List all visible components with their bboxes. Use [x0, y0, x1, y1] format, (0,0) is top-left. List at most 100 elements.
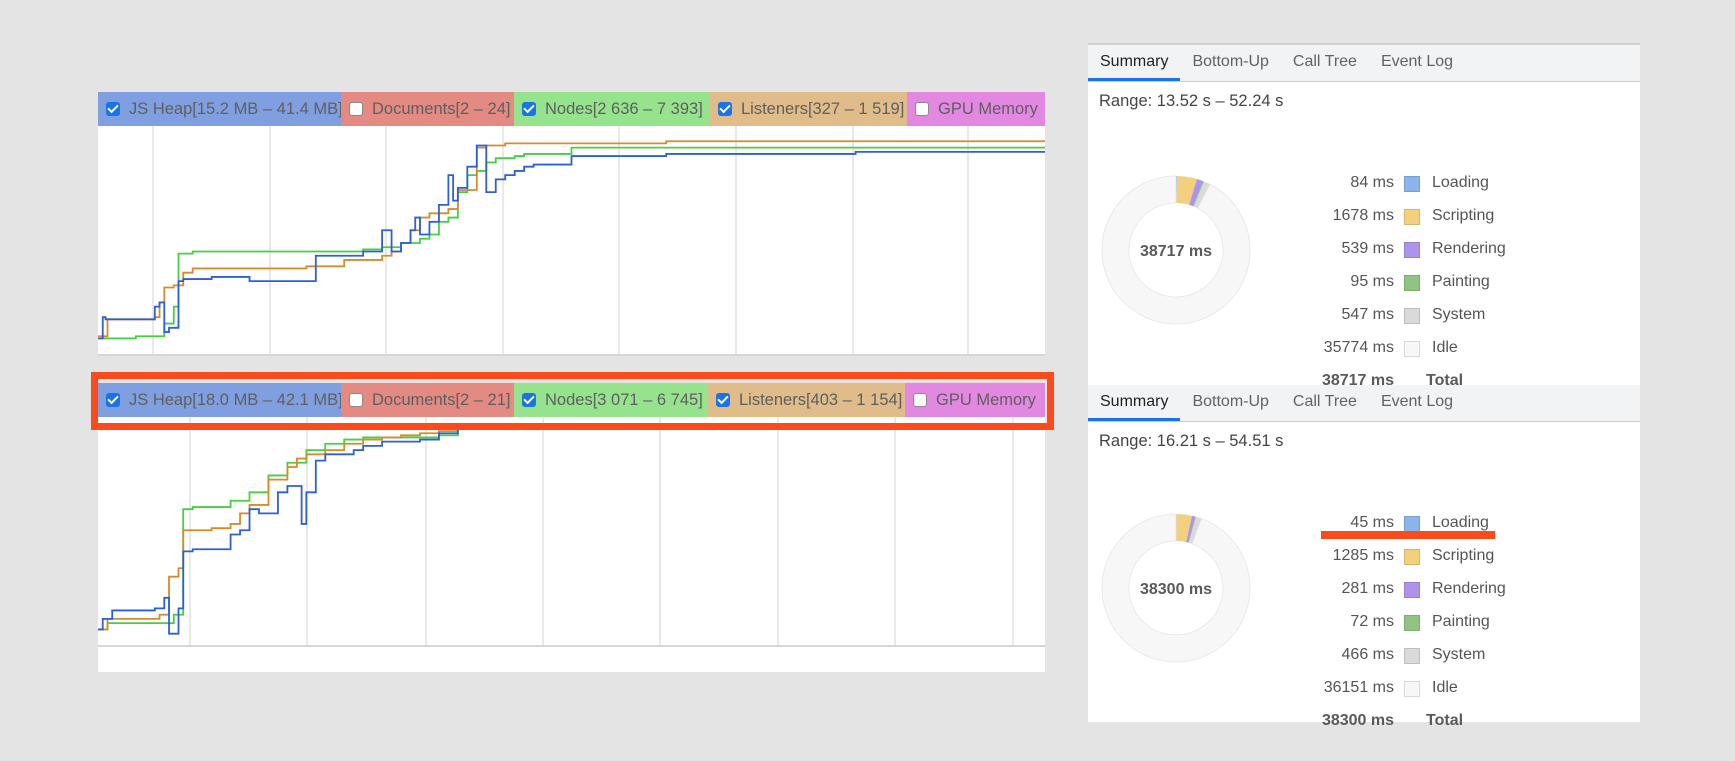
- series-line-listeners: [98, 428, 477, 631]
- checkbox-checked-icon[interactable]: [522, 393, 536, 407]
- range-text: Range: 16.21 s – 54.51 s: [1099, 432, 1284, 450]
- summary-value: 281 ms: [1341, 580, 1394, 597]
- color-swatch-scripting: [1404, 209, 1420, 225]
- legend-listeners[interactable]: Listeners[327 – 1 519]: [710, 92, 907, 126]
- summary-row-system: 547 ms System: [1268, 306, 1568, 328]
- memory-legend: JS Heap[15.2 MB – 41.4 MB] Documents[2 –…: [98, 92, 1045, 126]
- checkbox-unchecked-icon[interactable]: [349, 393, 363, 407]
- summary-value: 1285 ms: [1332, 547, 1394, 564]
- summary-label: Scripting: [1432, 547, 1495, 564]
- summary-value: 35774 ms: [1323, 339, 1394, 356]
- legend-listeners[interactable]: Listeners[403 – 1 154]: [708, 383, 905, 417]
- summary-total-value: 38300 ms: [1321, 712, 1394, 729]
- color-swatch-loading: [1404, 176, 1420, 192]
- checkbox-checked-icon[interactable]: [106, 393, 120, 407]
- legend-label: Nodes[2 636 – 7 393]: [545, 99, 703, 118]
- donut-center-label: 38717 ms: [1140, 243, 1212, 260]
- legend-label: GPU Memory: [938, 99, 1038, 118]
- summary-label: System: [1432, 306, 1486, 323]
- legend-js-heap[interactable]: JS Heap[18.0 MB – 42.1 MB]: [98, 383, 343, 417]
- legend-label: GPU Memory: [936, 390, 1036, 409]
- summary-value: 539 ms: [1341, 240, 1394, 257]
- tab-call-tree[interactable]: Call Tree: [1281, 385, 1369, 421]
- tab-event-log[interactable]: Event Log: [1369, 45, 1465, 81]
- memory-chart-2: JS Heap[18.0 MB – 42.1 MB] Documents[2 –…: [98, 383, 1045, 672]
- color-swatch-rendering: [1404, 242, 1420, 258]
- tab-summary[interactable]: Summary: [1088, 45, 1181, 81]
- color-swatch-rendering: [1404, 582, 1420, 598]
- legend-nodes[interactable]: Nodes[3 071 – 6 745]: [514, 383, 708, 417]
- legend-nodes[interactable]: Nodes[2 636 – 7 393]: [514, 92, 710, 126]
- legend-documents[interactable]: Documents[2 – 24]: [341, 92, 514, 126]
- summary-label: Loading: [1432, 514, 1489, 531]
- checkbox-checked-icon[interactable]: [718, 102, 732, 116]
- tab-bar: Summary Bottom-Up Call Tree Event Log: [1088, 385, 1640, 422]
- color-swatch-system: [1404, 308, 1420, 324]
- summary-value: 95 ms: [1350, 273, 1394, 290]
- summary-row-painting: 95 ms Painting: [1268, 273, 1568, 295]
- checkbox-checked-icon[interactable]: [106, 102, 120, 116]
- checkbox-unchecked-icon[interactable]: [915, 102, 929, 116]
- legend-documents[interactable]: Documents[2 – 21]: [341, 383, 514, 417]
- memory-plot[interactable]: [98, 126, 1045, 356]
- color-swatch-scripting: [1404, 549, 1420, 565]
- summary-label: Loading: [1432, 174, 1489, 191]
- range-text: Range: 13.52 s – 52.24 s: [1099, 92, 1284, 110]
- donut-center-label: 38300 ms: [1140, 581, 1212, 598]
- summary-label: Scripting: [1432, 207, 1495, 224]
- summary-row-scripting: 1285 ms Scripting: [1268, 547, 1568, 569]
- color-swatch-painting: [1404, 275, 1420, 291]
- legend-js-heap[interactable]: JS Heap[15.2 MB – 41.4 MB]: [98, 92, 343, 126]
- summary-value: 84 ms: [1350, 174, 1394, 191]
- series-line-js-heap: [98, 144, 1045, 340]
- checkbox-checked-icon[interactable]: [716, 393, 730, 407]
- series-line-nodes: [98, 146, 1045, 340]
- memory-plot[interactable]: [98, 417, 1045, 672]
- summary-row-idle: 36151 ms Idle: [1268, 679, 1568, 701]
- summary-row-loading: 84 ms Loading: [1268, 174, 1568, 196]
- summary-value: 72 ms: [1350, 613, 1394, 630]
- color-swatch-system: [1404, 648, 1420, 664]
- summary-row-idle: 35774 ms Idle: [1268, 339, 1568, 361]
- legend-label: Nodes[3 071 – 6 745]: [545, 390, 703, 409]
- tab-bar: Summary Bottom-Up Call Tree Event Log: [1088, 45, 1640, 82]
- color-swatch-loading: [1404, 516, 1420, 532]
- tab-bottom-up[interactable]: Bottom-Up: [1180, 45, 1280, 81]
- series-line-listeners: [98, 140, 1045, 338]
- checkbox-unchecked-icon[interactable]: [913, 393, 927, 407]
- legend-label: Documents[2 – 21]: [372, 390, 511, 409]
- legend-gpu-memory[interactable]: GPU Memory: [907, 92, 1045, 126]
- summary-label: Rendering: [1432, 580, 1506, 597]
- summary-value: 466 ms: [1341, 646, 1394, 663]
- summary-label: Painting: [1432, 273, 1490, 290]
- summary-row-painting: 72 ms Painting: [1268, 613, 1568, 635]
- color-swatch-idle: [1404, 681, 1420, 697]
- legend-label: Listeners[327 – 1 519]: [741, 99, 905, 118]
- checkbox-unchecked-icon[interactable]: [349, 102, 363, 116]
- summary-label: Painting: [1432, 613, 1490, 630]
- checkbox-checked-icon[interactable]: [522, 102, 536, 116]
- tab-bottom-up[interactable]: Bottom-Up: [1180, 385, 1280, 421]
- legend-label: Listeners[403 – 1 154]: [739, 390, 903, 409]
- tab-event-log[interactable]: Event Log: [1369, 385, 1465, 421]
- color-swatch-idle: [1404, 341, 1420, 357]
- tab-call-tree[interactable]: Call Tree: [1281, 45, 1369, 81]
- summary-panel-1: Summary Bottom-Up Call Tree Event Log Ra…: [1088, 43, 1640, 389]
- summary-value: 36151 ms: [1323, 679, 1394, 696]
- series-line-js-heap: [98, 428, 506, 635]
- summary-label: Rendering: [1432, 240, 1506, 257]
- tab-summary[interactable]: Summary: [1088, 385, 1181, 421]
- memory-legend: JS Heap[18.0 MB – 42.1 MB] Documents[2 –…: [98, 383, 1045, 417]
- summary-value: 547 ms: [1341, 306, 1394, 323]
- legend-label: JS Heap[18.0 MB – 42.1 MB]: [129, 390, 343, 409]
- highlight-underline: [1321, 531, 1495, 539]
- legend-gpu-memory[interactable]: GPU Memory: [905, 383, 1045, 417]
- memory-chart-1: JS Heap[15.2 MB – 41.4 MB] Documents[2 –…: [98, 92, 1045, 356]
- summary-row-total: 38300 ms Total: [1268, 712, 1568, 734]
- summary-label: Idle: [1432, 679, 1458, 696]
- legend-label: JS Heap[15.2 MB – 41.4 MB]: [129, 99, 343, 118]
- summary-row-rendering: 281 ms Rendering: [1268, 580, 1568, 602]
- summary-row-rendering: 539 ms Rendering: [1268, 240, 1568, 262]
- summary-label: Idle: [1432, 339, 1458, 356]
- legend-label: Documents[2 – 24]: [372, 99, 511, 118]
